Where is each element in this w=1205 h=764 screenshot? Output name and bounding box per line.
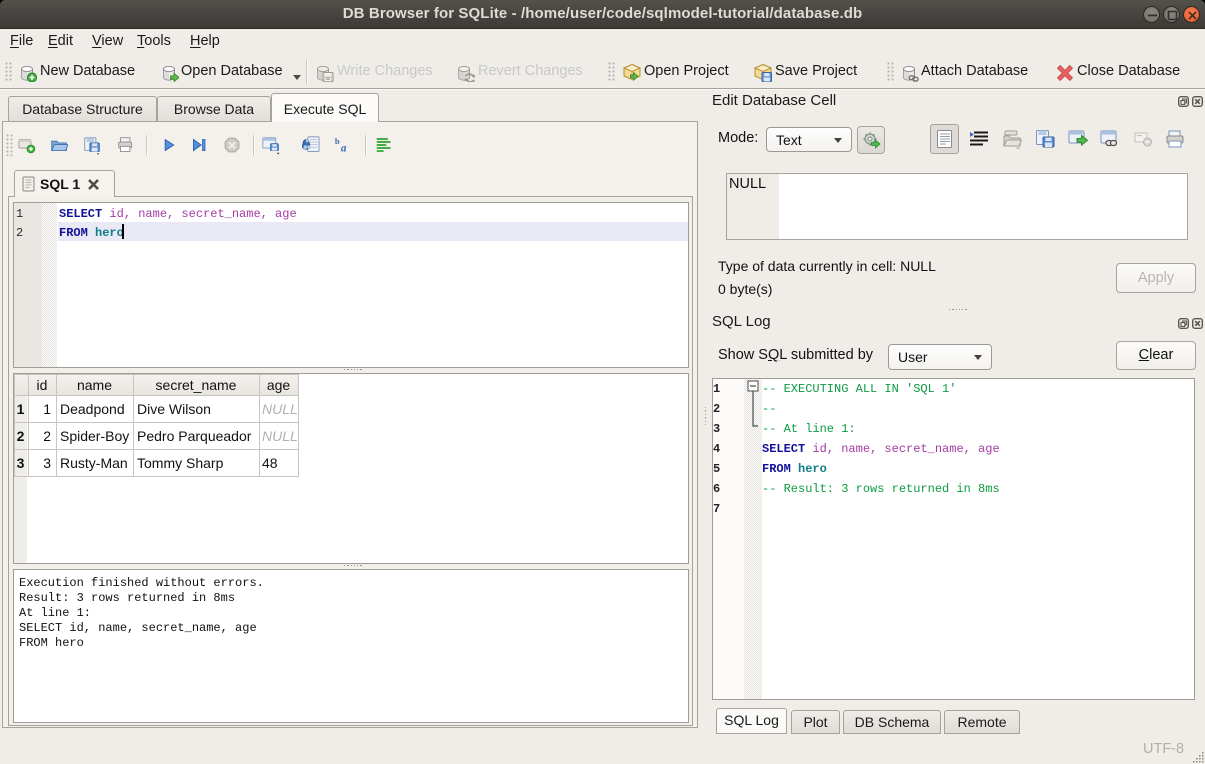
svg-text:b: b bbox=[335, 136, 340, 146]
svg-text:a: a bbox=[341, 142, 347, 154]
